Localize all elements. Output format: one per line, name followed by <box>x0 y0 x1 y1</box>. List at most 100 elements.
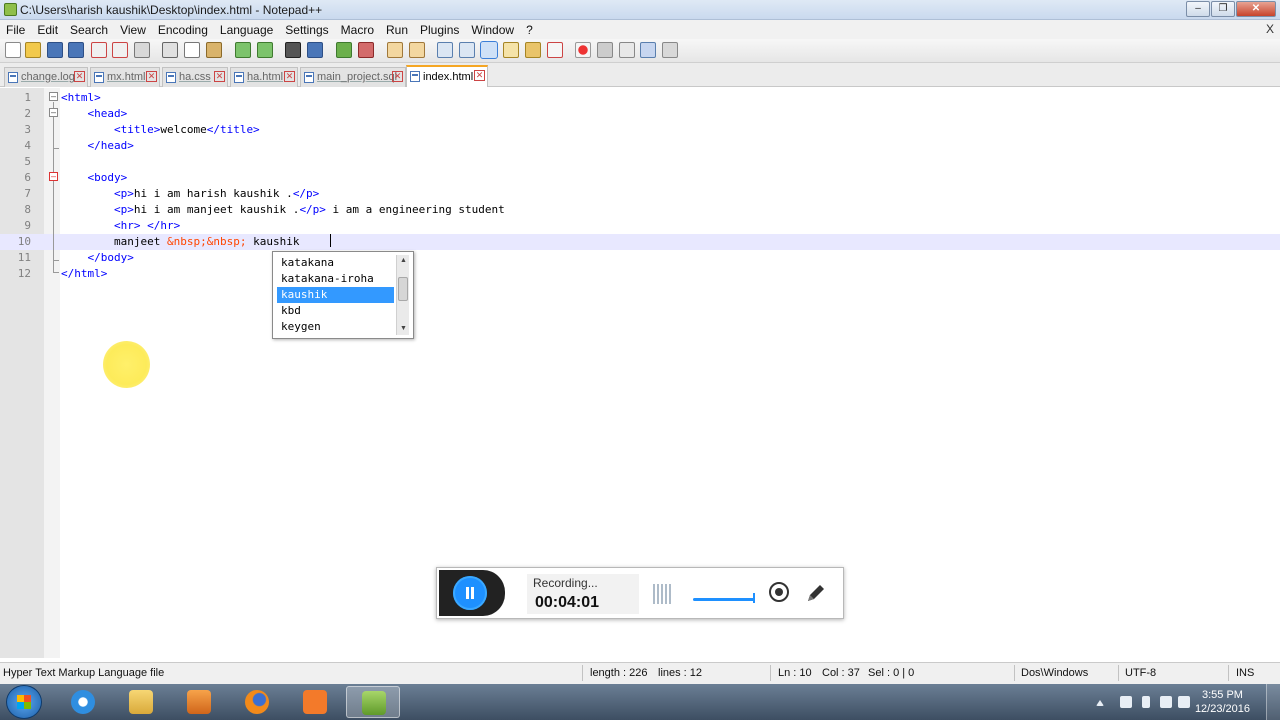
tab-main-project-sql[interactable]: main_project.sql ✕ <box>300 67 406 87</box>
scroll-up-icon[interactable]: ▲ <box>397 255 410 267</box>
network-icon[interactable] <box>1160 696 1172 708</box>
cut-icon[interactable] <box>162 42 178 58</box>
close-all-icon[interactable] <box>112 42 128 58</box>
volume-slider[interactable] <box>693 598 755 601</box>
doc-map-icon[interactable] <box>525 42 541 58</box>
function-list-icon[interactable] <box>547 42 563 58</box>
redo-icon[interactable] <box>257 42 273 58</box>
taskbar-firefox[interactable] <box>230 686 284 718</box>
new-file-icon[interactable] <box>5 42 21 58</box>
show-all-chars-icon[interactable] <box>459 42 475 58</box>
taskbar-xampp[interactable] <box>288 686 342 718</box>
volume-slider-handle[interactable] <box>753 593 755 603</box>
fold-toggle-icon[interactable]: – <box>49 172 58 181</box>
autocomplete-scrollbar[interactable]: ▲ ▼ <box>396 255 409 335</box>
menu-view[interactable]: View <box>114 22 152 38</box>
maximize-button[interactable]: ❐ <box>1211 1 1235 17</box>
taskbar-file-explorer[interactable] <box>114 686 168 718</box>
tab-change-log[interactable]: change.log ✕ <box>4 67 88 87</box>
menu-language[interactable]: Language <box>214 22 279 38</box>
replace-icon[interactable] <box>307 42 323 58</box>
menu-search[interactable]: Search <box>64 22 114 38</box>
code-line[interactable]: 7 <p>hi i am harish kaushik .</p> <box>0 186 1280 202</box>
status-encoding[interactable]: UTF-8 <box>1125 667 1156 679</box>
close-document-button[interactable]: X <box>1266 22 1274 36</box>
word-wrap-icon[interactable] <box>437 42 453 58</box>
pen-icon[interactable] <box>805 582 827 604</box>
tab-ha-css[interactable]: ha.css ✕ <box>162 67 228 87</box>
pause-recording-button[interactable] <box>453 576 487 610</box>
save-icon[interactable] <box>47 42 63 58</box>
close-tab-icon[interactable]: ✕ <box>214 71 225 82</box>
show-desktop-button[interactable] <box>1266 684 1280 720</box>
print-icon[interactable] <box>134 42 150 58</box>
menu-window[interactable]: Window <box>465 22 520 38</box>
code-line[interactable]: 12 </html> <box>0 266 1280 282</box>
sync-horizontal-icon[interactable] <box>409 42 425 58</box>
taskbar-notepadpp[interactable] <box>346 686 400 718</box>
paste-icon[interactable] <box>206 42 222 58</box>
autocomplete-item[interactable]: katakana-iroha <box>277 271 394 287</box>
code-line[interactable]: 5 <box>0 154 1280 170</box>
close-window-button[interactable]: ✕ <box>1236 1 1276 17</box>
code-line[interactable]: 8 <p>hi i am manjeet kaushik .</p> i am … <box>0 202 1280 218</box>
fold-toggle-icon[interactable]: – <box>49 92 58 101</box>
battery-icon[interactable] <box>1142 696 1150 708</box>
scroll-thumb[interactable] <box>398 277 408 301</box>
webcam-icon[interactable] <box>769 582 789 602</box>
code-line[interactable]: 10 manjeet &nbsp;&nbsp; kaushik <box>0 234 1280 250</box>
close-tab-icon[interactable]: ✕ <box>284 71 295 82</box>
code-line[interactable]: 2 <head> <box>0 106 1280 122</box>
taskbar-internet-explorer[interactable] <box>56 686 110 718</box>
code-line[interactable]: 11 </body> <box>0 250 1280 266</box>
menu-macro[interactable]: Macro <box>335 22 380 38</box>
sync-vertical-icon[interactable] <box>387 42 403 58</box>
autocomplete-item[interactable]: katakana <box>277 255 394 271</box>
show-hidden-icons-icon[interactable] <box>1096 698 1104 706</box>
menu-plugins[interactable]: Plugins <box>414 22 465 38</box>
indent-guide-icon[interactable] <box>480 41 498 59</box>
taskbar-clock[interactable]: 3:55 PM 12/23/2016 <box>1195 688 1250 716</box>
tab-index-html[interactable]: index.html ✕ <box>406 65 488 87</box>
code-line[interactable]: 3 <title>welcome</title> <box>0 122 1280 138</box>
undo-icon[interactable] <box>235 42 251 58</box>
code-line[interactable]: 9 <hr> </hr> <box>0 218 1280 234</box>
copy-icon[interactable] <box>184 42 200 58</box>
menu-file[interactable]: File <box>0 22 31 38</box>
save-all-icon[interactable] <box>68 42 84 58</box>
find-icon[interactable] <box>285 42 301 58</box>
code-line[interactable]: 6 <body> <box>0 170 1280 186</box>
run-macro-multiple-icon[interactable] <box>640 42 656 58</box>
start-button[interactable] <box>6 685 42 719</box>
play-macro-icon[interactable] <box>619 42 635 58</box>
close-tab-icon[interactable]: ✕ <box>74 71 85 82</box>
close-file-icon[interactable] <box>91 42 107 58</box>
code-line[interactable]: 4 </head> <box>0 138 1280 154</box>
minimize-button[interactable]: – <box>1186 1 1210 17</box>
stop-macro-icon[interactable] <box>597 42 613 58</box>
user-language-icon[interactable] <box>503 42 519 58</box>
scroll-down-icon[interactable]: ▼ <box>397 323 410 335</box>
open-file-icon[interactable] <box>25 42 41 58</box>
code-line[interactable]: 1 <html> <box>0 90 1280 106</box>
menu-edit[interactable]: Edit <box>31 22 64 38</box>
taskbar-media-player[interactable] <box>172 686 226 718</box>
status-insert-mode[interactable]: INS <box>1236 667 1254 679</box>
tab-ha-html[interactable]: ha.html ✕ <box>230 67 298 87</box>
menu-run[interactable]: Run <box>380 22 414 38</box>
zoom-in-icon[interactable] <box>336 42 352 58</box>
save-macro-icon[interactable] <box>662 42 678 58</box>
action-center-flag-icon[interactable] <box>1120 696 1132 708</box>
autocomplete-item[interactable]: keygen <box>277 319 394 335</box>
close-tab-icon[interactable]: ✕ <box>392 71 403 82</box>
close-tab-icon[interactable]: ✕ <box>474 70 485 81</box>
fold-toggle-icon[interactable]: – <box>49 108 58 117</box>
zoom-out-icon[interactable] <box>358 42 374 58</box>
record-macro-icon[interactable] <box>575 42 591 58</box>
tab-mx-html[interactable]: mx.html ✕ <box>90 67 160 87</box>
volume-icon[interactable] <box>1178 696 1190 708</box>
menu-help[interactable]: ? <box>520 22 539 38</box>
menu-encoding[interactable]: Encoding <box>152 22 214 38</box>
close-tab-icon[interactable]: ✕ <box>146 71 157 82</box>
status-eol-format[interactable]: Dos\Windows <box>1021 667 1088 679</box>
